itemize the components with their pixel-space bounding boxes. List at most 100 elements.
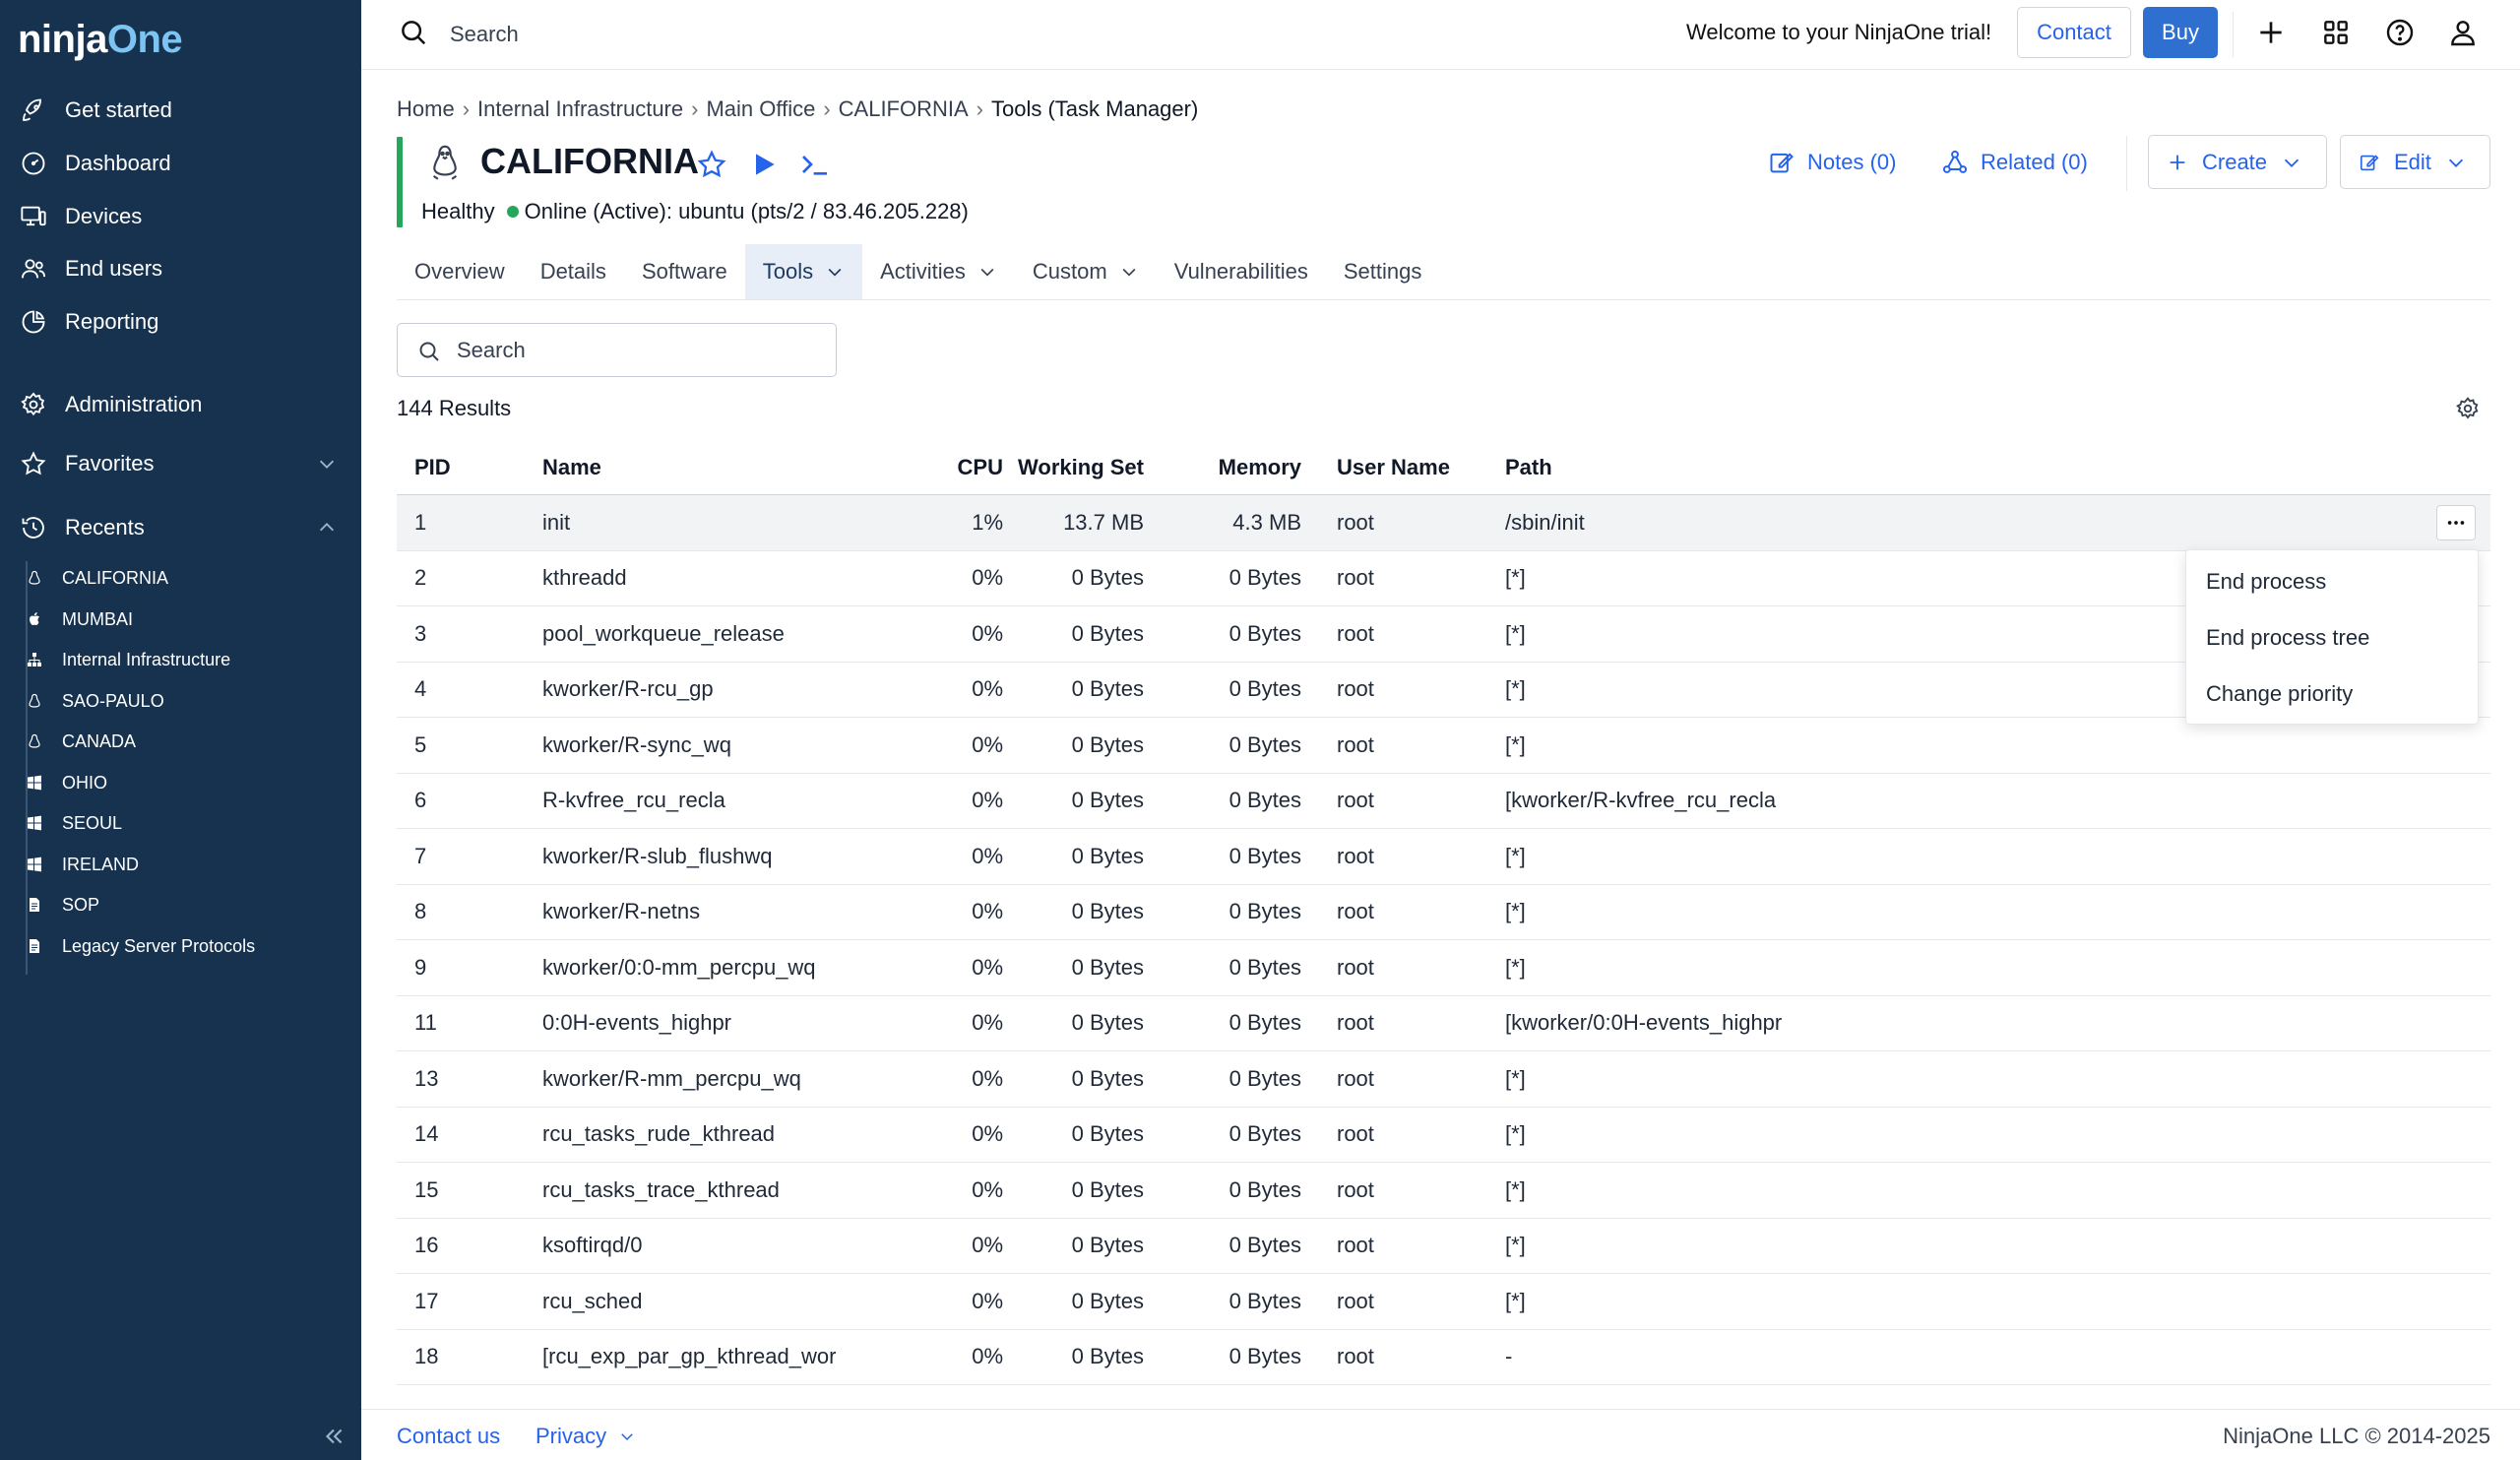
tab-details[interactable]: Details bbox=[523, 244, 624, 299]
table-row[interactable]: 15 rcu_tasks_trace_kthread 0% 0 Bytes 0 Byte… bbox=[397, 1163, 2490, 1219]
recent-sao-paulo[interactable]: SAO-PAULO bbox=[27, 683, 164, 719]
device-status-line: Healthy Online (Active): ubuntu (pts/2 /… bbox=[421, 199, 969, 224]
cell-user-name: root bbox=[1337, 1010, 1374, 1036]
tab-label: Custom bbox=[1032, 259, 1107, 284]
table-row[interactable]: 11 0:0H-events_highpr 0% 0 Bytes 0 Bytes root… bbox=[397, 996, 2490, 1051]
tab-settings[interactable]: Settings bbox=[1326, 244, 1440, 299]
footer-contact-link[interactable]: Contact us bbox=[397, 1424, 500, 1449]
ninjaone-logo[interactable]: ninjaOne bbox=[18, 18, 183, 62]
recent-internal-infrastructure[interactable]: Internal Infrastructure bbox=[27, 642, 230, 677]
cell-path: [*] bbox=[1505, 620, 1526, 646]
cell-working-set: 0 Bytes bbox=[1071, 620, 1144, 646]
table-row[interactable]: 1 init 1% 13.7 MB 4.3 MB root/sbin/init bbox=[397, 495, 2490, 551]
menu-item-change-priority[interactable]: Change priority bbox=[2186, 666, 2478, 722]
nav-reporting[interactable]: Reporting bbox=[0, 297, 361, 347]
footer-privacy-link[interactable]: Privacy bbox=[536, 1424, 636, 1449]
nav-end-users[interactable]: End users bbox=[0, 244, 361, 293]
breadcrumb-internal-infrastructure[interactable]: Internal Infrastructure bbox=[477, 96, 683, 122]
nav-recents[interactable]: Recents bbox=[0, 503, 361, 552]
cell-user-name: root bbox=[1337, 843, 1374, 868]
user-profile-icon[interactable] bbox=[2447, 17, 2479, 48]
column-header-working-set[interactable]: Working Set bbox=[1018, 440, 1144, 494]
nav-label: Administration bbox=[65, 392, 203, 416]
column-header-path[interactable]: Path bbox=[1505, 440, 2194, 494]
recent-ireland[interactable]: IRELAND bbox=[27, 847, 139, 882]
table-row[interactable]: 13 kworker/R-mm_percpu_wq 0% 0 Bytes 0 Bytes… bbox=[397, 1051, 2490, 1108]
menu-item-end-process[interactable]: End process bbox=[2186, 553, 2478, 609]
tab-custom[interactable]: Custom bbox=[1015, 244, 1157, 299]
cell-pid: 18 bbox=[414, 1344, 439, 1369]
buy-button[interactable]: Buy bbox=[2143, 7, 2218, 58]
table-row[interactable]: 18 [rcu_exp_par_gp_kthread_wor 0% 0 Bytes 0 … bbox=[397, 1330, 2490, 1385]
column-header-user-name[interactable]: User Name bbox=[1337, 440, 1484, 494]
related-button[interactable]: Related (0) bbox=[1941, 146, 2088, 179]
online-status-dot bbox=[506, 206, 519, 218]
table-row[interactable]: 2 kthreadd 0% 0 Bytes 0 Bytes root [*] bbox=[397, 551, 2490, 606]
breadcrumb-california[interactable]: CALIFORNIA bbox=[839, 96, 969, 122]
table-row[interactable]: 9 kworker/0:0-mm_percpu_wq 0% 0 Bytes 0 Byte… bbox=[397, 940, 2490, 996]
plus-icon[interactable] bbox=[2255, 17, 2287, 48]
table-row[interactable]: 7 kworker/R-slub_flushwq 0% 0 Bytes 0 Bytes r… bbox=[397, 829, 2490, 885]
nav-get-started[interactable]: Get started bbox=[0, 86, 361, 135]
cell-working-set: 0 Bytes bbox=[1071, 1176, 1144, 1202]
recent-seoul[interactable]: SEOUL bbox=[27, 805, 122, 841]
cell-user-name: root bbox=[1337, 1121, 1374, 1147]
table-row[interactable]: 17 rcu_sched 0% 0 Bytes 0 Bytes root [*] bbox=[397, 1274, 2490, 1330]
recent-ohio[interactable]: OHIO bbox=[27, 765, 107, 800]
nav-dashboard[interactable]: Dashboard bbox=[0, 139, 361, 188]
tab-overview[interactable]: Overview bbox=[397, 244, 523, 299]
recent-california[interactable]: CALIFORNIA bbox=[27, 560, 168, 596]
global-search-input[interactable] bbox=[450, 20, 1040, 49]
cell-process-name: kworker/R-rcu_gp bbox=[542, 676, 714, 702]
create-button[interactable]: Create bbox=[2148, 135, 2327, 189]
table-row[interactable]: 8 kworker/R-netns 0% 0 Bytes 0 Bytes root [*] bbox=[397, 885, 2490, 940]
table-settings-gear-icon[interactable] bbox=[2455, 396, 2481, 421]
run-script-play-icon[interactable] bbox=[748, 149, 780, 180]
terminal-icon[interactable] bbox=[799, 149, 831, 180]
column-header-name[interactable]: Name bbox=[542, 440, 897, 494]
table-row[interactable]: 3 pool_workqueue_release 0% 0 Bytes 0 Bytes r… bbox=[397, 606, 2490, 663]
column-header-cpu[interactable]: CPU bbox=[928, 440, 1003, 494]
breadcrumb: Home › Internal Infrastructure › Main Of… bbox=[397, 96, 1198, 122]
column-header-memory[interactable]: Memory bbox=[1174, 440, 1301, 494]
recent-mumbai[interactable]: MUMBAI bbox=[27, 602, 133, 637]
tab-vulnerabilities[interactable]: Vulnerabilities bbox=[1157, 244, 1326, 299]
nav-favorites[interactable]: Favorites bbox=[0, 439, 361, 488]
tab-activities[interactable]: Activities bbox=[862, 244, 1015, 299]
table-row[interactable]: 14 rcu_tasks_rude_kthread 0% 0 Bytes 0 Bytes… bbox=[397, 1108, 2490, 1163]
apps-grid-icon[interactable] bbox=[2320, 17, 2352, 48]
favorite-star-icon[interactable] bbox=[696, 149, 727, 180]
row-actions-button[interactable] bbox=[2436, 505, 2476, 540]
tab-software[interactable]: Software bbox=[624, 244, 745, 299]
cell-working-set: 0 Bytes bbox=[1071, 731, 1144, 757]
linux-penguin-icon bbox=[432, 145, 458, 180]
table-row[interactable]: 6 R-kvfree_rcu_recla 0% 0 Bytes 0 Bytes root [… bbox=[397, 774, 2490, 829]
recent-legacy-server-protocols[interactable]: Legacy Server Protocols bbox=[27, 928, 255, 964]
column-header-pid[interactable]: PID bbox=[414, 440, 513, 494]
edit-button[interactable]: Edit bbox=[2340, 135, 2490, 189]
contact-button[interactable]: Contact bbox=[2017, 7, 2131, 58]
help-icon[interactable] bbox=[2384, 17, 2416, 48]
collapse-sidebar-icon[interactable] bbox=[321, 1424, 346, 1449]
process-search-input[interactable] bbox=[457, 336, 821, 365]
table-row[interactable]: 5 kworker/R-sync_wq 0% 0 Bytes 0 Bytes root [*… bbox=[397, 718, 2490, 774]
cell-path: [*] bbox=[1505, 1288, 1526, 1313]
breadcrumb-main-office[interactable]: Main Office bbox=[706, 96, 815, 122]
table-row[interactable]: 4 kworker/R-rcu_gp 0% 0 Bytes 0 Bytes root [*] bbox=[397, 663, 2490, 718]
cell-working-set: 0 Bytes bbox=[1071, 954, 1144, 980]
menu-item-end-process-tree[interactable]: End process tree bbox=[2186, 609, 2478, 666]
recent-label: OHIO bbox=[62, 772, 108, 793]
table-row[interactable]: 16 ksoftirqd/0 0% 0 Bytes 0 Bytes root [*] bbox=[397, 1219, 2490, 1274]
notes-button[interactable]: Notes (0) bbox=[1768, 146, 1896, 179]
nav-administration[interactable]: Administration bbox=[0, 380, 361, 429]
recent-sop[interactable]: SOP bbox=[27, 887, 99, 922]
cell-path: [*] bbox=[1505, 1121, 1526, 1147]
process-search-box bbox=[397, 323, 837, 377]
cell-user-name: root bbox=[1337, 1233, 1374, 1258]
recent-canada[interactable]: CANADA bbox=[27, 724, 136, 759]
nav-devices[interactable]: Devices bbox=[0, 192, 361, 241]
cell-user-name: root bbox=[1337, 954, 1374, 980]
cell-process-name: ksoftirqd/0 bbox=[542, 1233, 643, 1258]
breadcrumb-home[interactable]: Home bbox=[397, 96, 455, 122]
tab-tools[interactable]: Tools bbox=[744, 244, 863, 299]
